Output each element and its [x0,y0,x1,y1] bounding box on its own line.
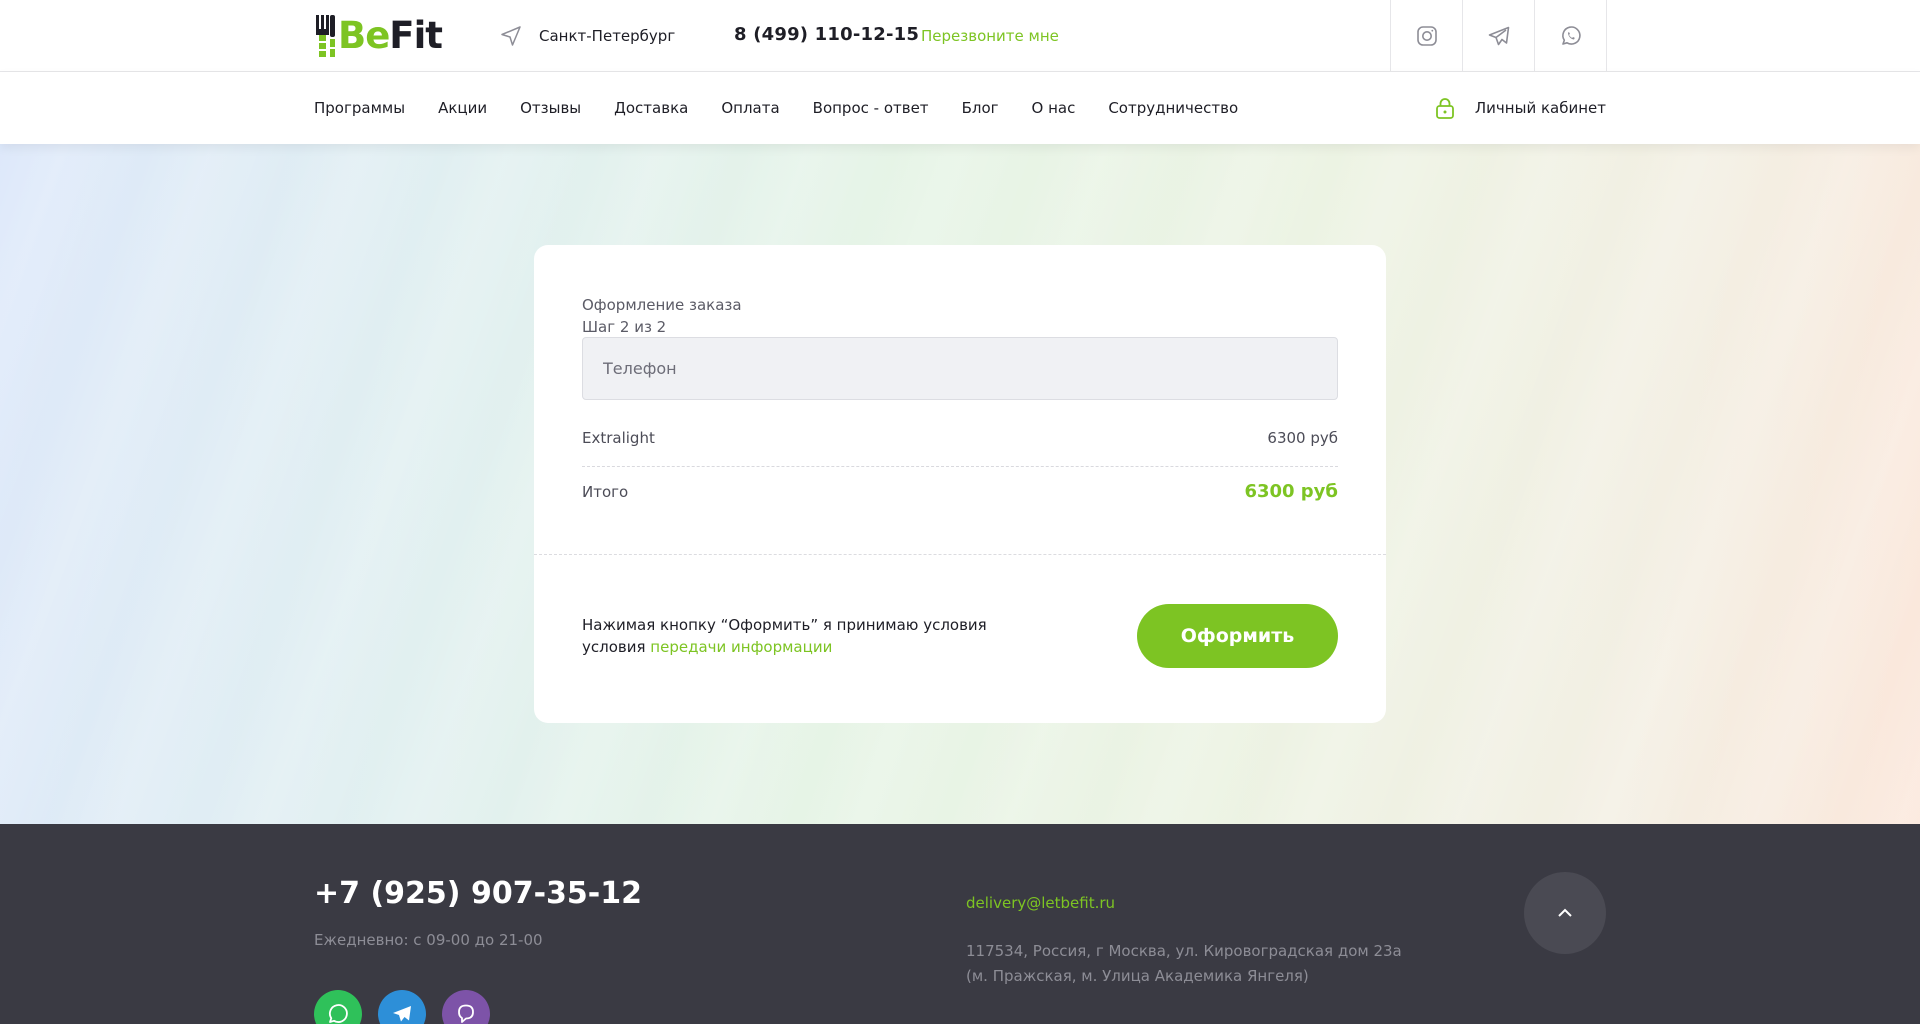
card-divider [534,554,1386,555]
order-heading: Оформление заказа Шаг 2 из 2 [582,294,742,338]
nav-item-partnership[interactable]: Сотрудничество [1108,99,1238,117]
order-title: Оформление заказа [582,296,742,314]
nav-item-promotions[interactable]: Акции [438,99,487,117]
account-link[interactable]: Личный кабинет [1435,72,1606,144]
main-nav: Программы Акции Отзывы Доставка Оплата В… [0,72,1920,144]
whatsapp-icon [1561,26,1581,45]
footer: +7 (925) 907-35-12 Ежедневно: с 09-00 до… [0,824,1920,1024]
footer-address-line2: (м. Пражская, м. Улица Академика Янгеля) [966,967,1309,985]
footer-telegram-button[interactable] [378,990,426,1024]
consent-link[interactable]: передачи информации [650,638,832,656]
lock-icon [1436,98,1454,119]
line-item-name: Extralight [582,429,655,447]
viber-icon [458,1004,474,1023]
nav-item-about[interactable]: О нас [1032,99,1076,117]
footer-address-line1: 117534, Россия, г Москва, ул. Кировоград… [966,942,1402,960]
footer-email[interactable]: delivery@letbefit.ru [966,894,1115,912]
phone-input[interactable] [582,337,1338,400]
footer-socials [314,990,490,1024]
whatsapp-icon [329,1004,348,1023]
location-arrow-icon [501,26,521,46]
city-selector[interactable]: Санкт-Петербург [499,24,675,48]
order-step: Шаг 2 из 2 [582,318,667,336]
order-line-item: Extralight 6300 руб [582,429,1338,467]
order-card: Оформление заказа Шаг 2 из 2 Extralight … [534,245,1386,723]
nav-item-delivery[interactable]: Доставка [614,99,688,117]
nav-item-programs[interactable]: Программы [314,99,405,117]
whatsapp-link[interactable] [1535,0,1607,72]
footer-viber-button[interactable] [442,990,490,1024]
scroll-to-top-button[interactable] [1524,872,1606,954]
footer-address: 117534, Россия, г Москва, ул. Кировоград… [966,939,1402,989]
telegram-icon [1488,26,1509,46]
instagram-icon [1416,26,1437,46]
telegram-icon [393,1006,411,1022]
header-phone[interactable]: 8 (499) 110-12-15 [734,24,919,45]
city-label: Санкт-Петербург [539,27,676,45]
nav-item-reviews[interactable]: Отзывы [520,99,581,117]
line-item-price: 6300 руб [1267,429,1338,447]
consent-text: Нажимая кнопку “Оформить” я принимаю усл… [582,614,1002,658]
nav-item-payment[interactable]: Оплата [721,99,779,117]
chevron-up-icon [1558,908,1572,917]
footer-phone[interactable]: +7 (925) 907-35-12 [314,876,642,911]
nav-item-faq[interactable]: Вопрос - ответ [813,99,929,117]
total-label: Итого [582,482,629,501]
callback-link[interactable]: Перезвоните мне [921,27,1059,45]
logo-text: BeFit [338,14,443,57]
order-total: Итого 6300 руб [582,481,1338,502]
logo[interactable]: BeFit [314,14,443,57]
nav-menu: Программы Акции Отзывы Доставка Оплата В… [314,72,1271,144]
instagram-link[interactable] [1391,0,1463,72]
footer-whatsapp-button[interactable] [314,990,362,1024]
nav-item-blog[interactable]: Блог [962,99,999,117]
logo-fork-icon [316,15,335,57]
account-label: Личный кабинет [1474,99,1606,117]
top-header: BeFit Санкт-Петербург 8 (499) 110-12-15 … [0,0,1920,72]
telegram-link[interactable] [1463,0,1535,72]
submit-order-button[interactable]: Оформить [1137,604,1338,668]
footer-hours: Ежедневно: с 09-00 до 21-00 [314,931,543,949]
header-socials [1390,0,1607,72]
total-value: 6300 руб [1244,481,1338,502]
